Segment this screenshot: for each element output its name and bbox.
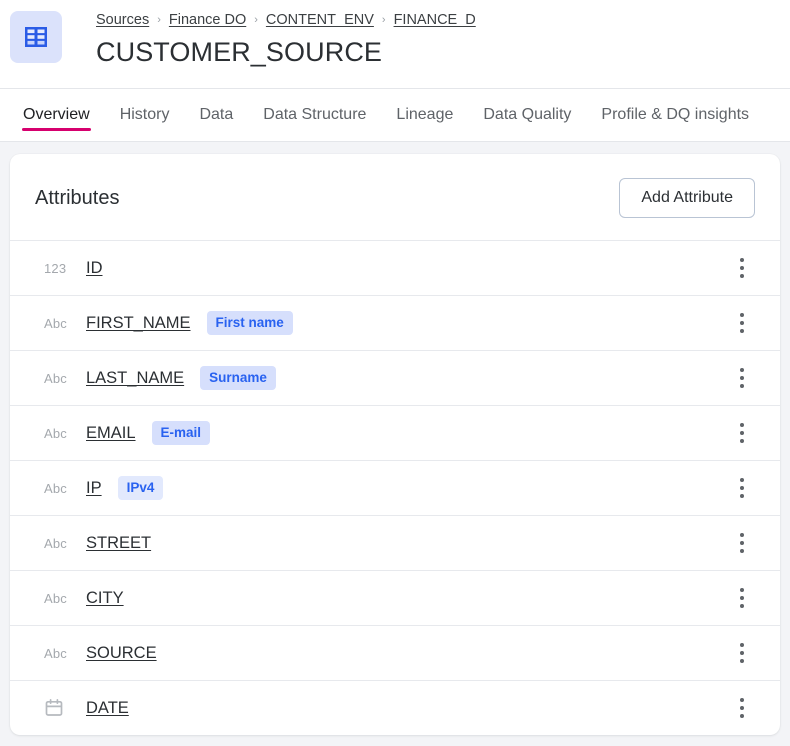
text-type-icon: Abc [44,316,86,331]
breadcrumb-item-content-env[interactable]: CONTENT_ENV [266,10,374,30]
text-type-icon: Abc [44,426,86,441]
kebab-menu-icon[interactable] [729,473,755,503]
attribute-name-link[interactable]: ID [86,259,103,278]
attributes-card-header: Attributes Add Attribute [10,154,780,240]
kebab-menu-icon[interactable] [729,253,755,283]
table-row[interactable]: 123 ID [10,240,780,295]
number-type-icon: 123 [44,261,86,276]
calendar-icon [44,698,86,718]
table-row[interactable]: Abc FIRST_NAME First name [10,295,780,350]
kebab-menu-icon[interactable] [729,418,755,448]
kebab-menu-icon[interactable] [729,308,755,338]
status-badge: Surname [200,366,276,390]
attribute-name-link[interactable]: CITY [86,589,124,608]
text-type-icon: Abc [44,481,86,496]
breadcrumb-item-finance-do[interactable]: Finance DO [169,10,246,30]
breadcrumb-separator-icon: › [254,15,258,26]
text-type-icon: Abc [44,536,86,551]
add-attribute-button[interactable]: Add Attribute [619,178,755,218]
table-row[interactable]: Abc STREET [10,515,780,570]
kebab-menu-icon[interactable] [729,693,755,723]
attribute-name-link[interactable]: SOURCE [86,644,157,663]
attribute-name-link[interactable]: IP [86,479,102,498]
kebab-menu-icon[interactable] [729,363,755,393]
attributes-list: 123 ID Abc FIRST_NAME First name Abc LAS… [10,240,780,735]
text-type-icon: Abc [44,646,86,661]
table-row[interactable]: Abc EMAIL E-mail [10,405,780,460]
attributes-card: Attributes Add Attribute 123 ID Abc FIRS… [10,154,780,735]
kebab-menu-icon[interactable] [729,583,755,613]
text-type-icon: Abc [44,591,86,606]
tab-bar: Overview History Data Data Structure Lin… [0,89,790,142]
breadcrumb-item-sources[interactable]: Sources [96,10,149,30]
tab-data[interactable]: Data [184,89,248,141]
attribute-name-link[interactable]: STREET [86,534,151,553]
table-row[interactable]: Abc CITY [10,570,780,625]
status-badge: E-mail [152,421,211,445]
breadcrumb: Sources › Finance DO › CONTENT_ENV › FIN… [96,10,476,30]
table-row[interactable]: DATE [10,680,780,735]
text-type-icon: Abc [44,371,86,386]
page-title: CUSTOMER_SOURCE [96,35,476,69]
status-badge: IPv4 [118,476,164,500]
breadcrumb-separator-icon: › [157,15,161,26]
table-row[interactable]: Abc SOURCE [10,625,780,680]
breadcrumb-separator-icon: › [382,15,386,26]
breadcrumb-item-finance-d[interactable]: FINANCE_D [394,10,476,30]
kebab-menu-icon[interactable] [729,638,755,668]
table-icon [10,11,62,63]
tab-history[interactable]: History [105,89,185,141]
tab-data-quality[interactable]: Data Quality [468,89,586,141]
kebab-menu-icon[interactable] [729,528,755,558]
attributes-title: Attributes [35,187,119,210]
attribute-name-link[interactable]: LAST_NAME [86,369,184,388]
main-content: Attributes Add Attribute 123 ID Abc FIRS… [0,142,790,735]
table-row[interactable]: Abc IP IPv4 [10,460,780,515]
attribute-name-link[interactable]: FIRST_NAME [86,314,191,333]
table-row[interactable]: Abc LAST_NAME Surname [10,350,780,405]
tab-data-structure[interactable]: Data Structure [248,89,381,141]
page-header: Sources › Finance DO › CONTENT_ENV › FIN… [0,0,790,89]
status-badge: First name [207,311,293,335]
tab-profile-dq-insights[interactable]: Profile & DQ insights [586,89,764,141]
tab-overview[interactable]: Overview [8,89,105,141]
tab-lineage[interactable]: Lineage [381,89,468,141]
attribute-name-link[interactable]: DATE [86,699,129,718]
attribute-name-link[interactable]: EMAIL [86,424,136,443]
